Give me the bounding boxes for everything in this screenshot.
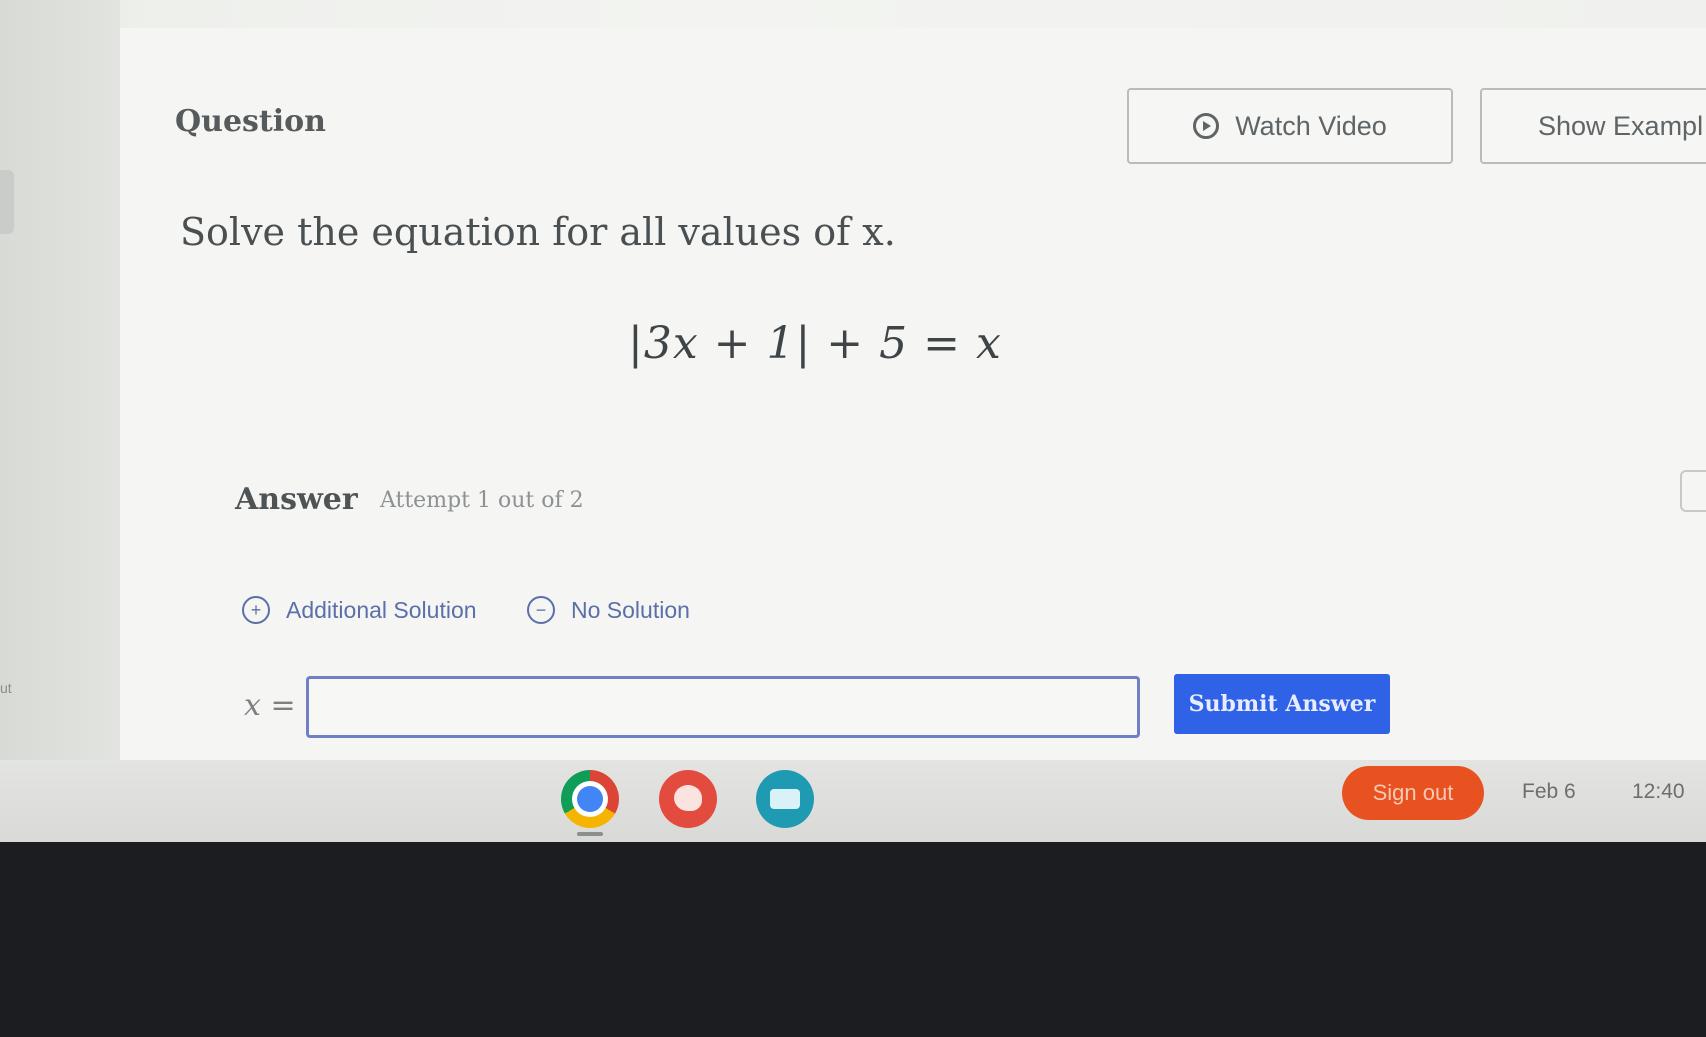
no-solution-button[interactable]: − No Solution (527, 596, 690, 624)
watch-video-button[interactable]: Watch Video (1127, 88, 1453, 164)
question-card (120, 28, 1706, 760)
no-solution-label: No Solution (571, 596, 690, 623)
show-example-button[interactable]: Show Exampl (1480, 88, 1706, 164)
screencast-icon[interactable] (756, 770, 814, 828)
watch-video-label: Watch Video (1235, 110, 1387, 141)
attempt-counter: Attempt 1 out of 2 (380, 488, 584, 513)
plus-circle-icon: + (242, 596, 270, 624)
variable-label: x = (244, 688, 296, 723)
question-prompt: Solve the equation for all values of x. (180, 210, 896, 254)
show-example-label: Show Exampl (1538, 110, 1704, 141)
tray-time[interactable]: 12:40 (1632, 780, 1685, 804)
answer-input[interactable] (306, 676, 1140, 738)
sidebar-toggle-tab[interactable] (0, 170, 14, 234)
sign-out-button[interactable]: Sign out (1342, 766, 1484, 820)
play-circle-icon (1193, 113, 1220, 139)
screen: ut Question Watch Video Show Exampl Solv… (0, 0, 1706, 760)
additional-solution-button[interactable]: + Additional Solution (242, 596, 477, 624)
side-panel-icon[interactable] (1680, 470, 1706, 512)
chrome-icon[interactable] (561, 770, 619, 828)
left-edge-text: ut (0, 680, 12, 696)
equation: |3x + 1| + 5 = x (628, 318, 1002, 369)
submit-answer-button[interactable]: Submit Answer (1174, 674, 1390, 734)
left-sidebar-strip (0, 0, 120, 760)
palette-icon[interactable] (659, 770, 717, 828)
tray-date[interactable]: Feb 6 (1522, 780, 1576, 804)
active-app-indicator (577, 832, 603, 836)
minus-circle-icon: − (527, 596, 555, 624)
answer-heading: Answer (235, 482, 358, 517)
question-heading: Question (175, 104, 326, 139)
additional-solution-label: Additional Solution (286, 596, 477, 623)
